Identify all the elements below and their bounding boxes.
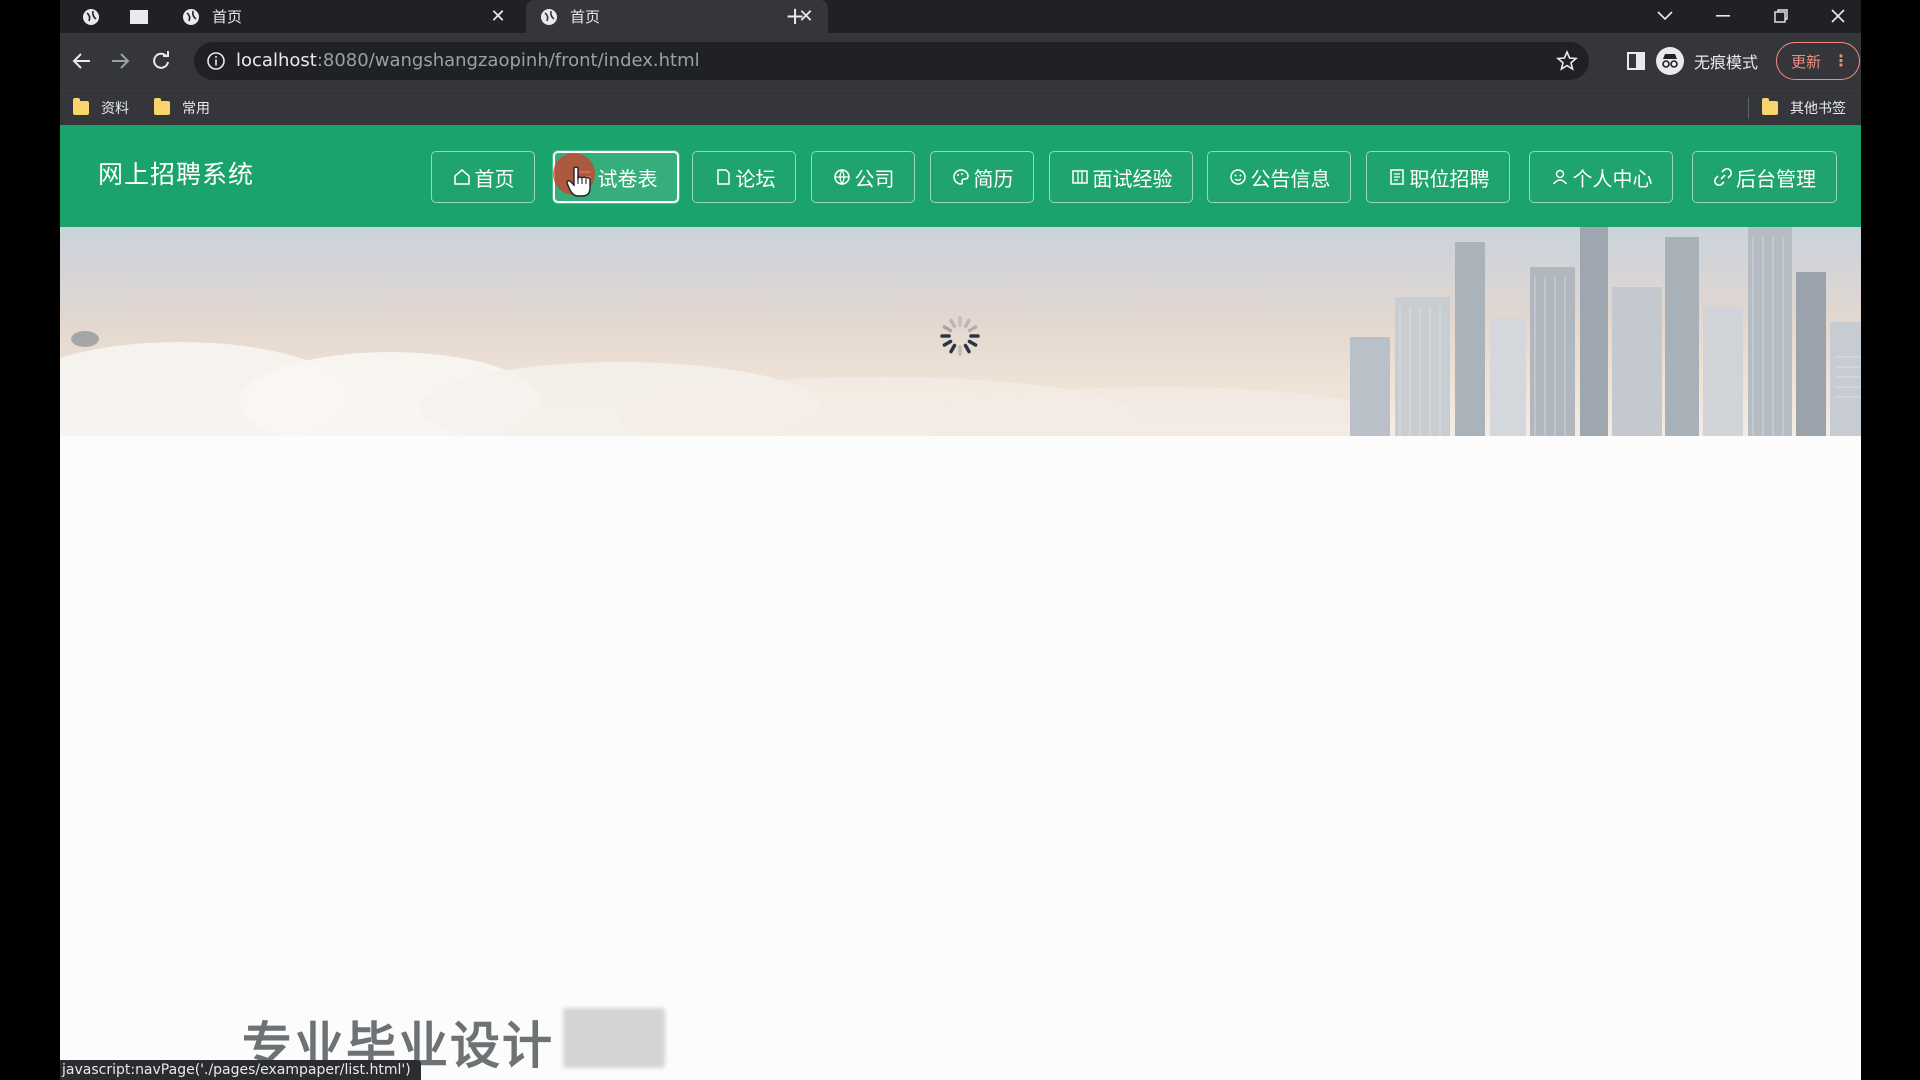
forward-button[interactable] bbox=[107, 47, 135, 75]
restore-button[interactable] bbox=[1761, 2, 1801, 30]
nav-admin[interactable]: 后台管理 bbox=[1692, 151, 1837, 203]
nav-label: 论坛 bbox=[735, 166, 776, 191]
palette-icon bbox=[952, 169, 969, 185]
screen: 首页 ✕ 首页 ✕ + localhost:8080/wangshangzaop… bbox=[0, 0, 1920, 1080]
globe-icon bbox=[833, 169, 850, 186]
globe-icon bbox=[541, 8, 557, 25]
address-bar[interactable]: localhost:8080/wangshangzaopinh/front/in… bbox=[194, 42, 1589, 80]
tab-strip: 首页 ✕ 首页 ✕ + bbox=[60, 0, 1861, 33]
browser-chrome: 首页 ✕ 首页 ✕ + localhost:8080/wangshangzaop… bbox=[60, 0, 1861, 125]
grid-icon bbox=[1071, 170, 1088, 184]
forward-arrow-icon bbox=[112, 53, 130, 69]
bookmark-label: 常用 bbox=[182, 101, 210, 117]
loading-spinner-icon bbox=[940, 316, 980, 356]
info-icon[interactable] bbox=[206, 51, 226, 71]
bookmarks-bar: 资料 常用 其他书签 bbox=[60, 90, 1861, 125]
url-host: localhost bbox=[236, 50, 317, 71]
url-text[interactable]: localhost:8080/wangshangzaopinh/front/in… bbox=[236, 50, 700, 72]
nav-label: 首页 bbox=[474, 166, 515, 191]
restore-icon bbox=[1774, 9, 1788, 23]
nav-personal-center[interactable]: 个人中心 bbox=[1529, 151, 1673, 203]
pinned-tab-window[interactable] bbox=[125, 5, 153, 29]
nav-label: 简历 bbox=[973, 166, 1014, 191]
reload-icon bbox=[153, 51, 169, 69]
file-icon bbox=[1389, 169, 1404, 185]
side-panel-icon[interactable] bbox=[1624, 49, 1648, 73]
document-icon bbox=[716, 169, 730, 185]
globe-icon bbox=[83, 9, 99, 25]
tab-1[interactable]: 首页 ✕ bbox=[168, 0, 520, 33]
nav-label: 职位招聘 bbox=[1409, 166, 1490, 191]
nav-resume[interactable]: 简历 bbox=[930, 151, 1034, 203]
back-arrow-icon bbox=[72, 53, 90, 69]
status-bar-url: javascript:navPage('./pages/exampaper/li… bbox=[60, 1060, 421, 1080]
nav-label: 个人中心 bbox=[1572, 166, 1653, 191]
close-icon bbox=[1831, 9, 1845, 23]
update-label: 更新 bbox=[1791, 52, 1822, 71]
folder-icon bbox=[1762, 98, 1778, 115]
nav-job-postings[interactable]: 职位招聘 bbox=[1366, 151, 1510, 203]
nav-label: 试卷表 bbox=[597, 166, 658, 191]
folder-icon bbox=[154, 98, 170, 115]
hand-pointer-icon bbox=[566, 166, 591, 197]
update-button[interactable]: 更新 ⋮ bbox=[1776, 42, 1860, 80]
nav-label: 公告信息 bbox=[1250, 166, 1331, 191]
nav-interview-experience[interactable]: 面试经验 bbox=[1049, 151, 1193, 203]
site-header: 网上招聘系统 首页 试卷表 论坛 公司 简历 面试经验 公告信息 职位招聘 个人… bbox=[60, 125, 1861, 227]
smile-icon bbox=[1229, 169, 1246, 185]
nav-label: 面试经验 bbox=[1092, 166, 1173, 191]
pinned-tab-globe[interactable] bbox=[77, 5, 105, 29]
incognito-label: 无痕模式 bbox=[1694, 53, 1759, 72]
close-window-button[interactable] bbox=[1818, 2, 1858, 30]
url-path: :8080/wangshangzaopinh/front/index.html bbox=[316, 50, 700, 71]
nav-label: 后台管理 bbox=[1736, 166, 1816, 191]
incognito-icon bbox=[1656, 47, 1684, 75]
bookmark-folder[interactable]: 常用 bbox=[154, 97, 210, 119]
bookmark-folder[interactable]: 资料 bbox=[73, 97, 129, 119]
browser-toolbar: localhost:8080/wangshangzaopinh/front/in… bbox=[60, 33, 1861, 90]
back-button[interactable] bbox=[67, 47, 95, 75]
nav-announcements[interactable]: 公告信息 bbox=[1207, 151, 1351, 203]
reload-button[interactable] bbox=[147, 47, 175, 75]
user-icon bbox=[1552, 169, 1567, 185]
web-page: 网上招聘系统 首页 试卷表 论坛 公司 简历 面试经验 公告信息 职位招聘 个人… bbox=[60, 125, 1861, 1080]
main-content: 专业毕业设计 bbox=[60, 436, 1861, 1080]
more-vert-icon[interactable]: ⋮ bbox=[1833, 51, 1849, 70]
close-icon[interactable]: ✕ bbox=[488, 6, 508, 27]
other-bookmarks-label: 其他书签 bbox=[1790, 101, 1846, 117]
minimize-icon bbox=[1716, 15, 1730, 17]
window-icon bbox=[130, 10, 148, 24]
bookmarks-separator bbox=[1748, 97, 1749, 119]
tab-title: 首页 bbox=[212, 8, 243, 26]
nav-label: 公司 bbox=[854, 166, 895, 191]
nav-company[interactable]: 公司 bbox=[811, 151, 915, 203]
globe-icon bbox=[183, 8, 199, 25]
chevron-down-icon bbox=[1657, 11, 1673, 21]
nav-forum[interactable]: 论坛 bbox=[692, 151, 796, 203]
bookmark-label: 资料 bbox=[101, 101, 129, 117]
other-bookmarks[interactable]: 其他书签 bbox=[1762, 97, 1846, 119]
tab-title: 首页 bbox=[570, 8, 601, 26]
site-title[interactable]: 网上招聘系统 bbox=[98, 157, 254, 193]
tab-search-button[interactable] bbox=[1645, 2, 1685, 30]
minimize-button[interactable] bbox=[1703, 2, 1743, 30]
folder-icon bbox=[73, 98, 89, 115]
home-icon bbox=[453, 169, 470, 185]
link-icon bbox=[1713, 167, 1733, 187]
new-tab-button[interactable]: + bbox=[782, 4, 808, 30]
blurred-text-block bbox=[563, 1008, 665, 1068]
bookmark-star-icon[interactable] bbox=[1555, 49, 1579, 73]
nav-home[interactable]: 首页 bbox=[431, 151, 535, 203]
incognito-indicator[interactable]: 无痕模式 bbox=[1656, 45, 1758, 77]
